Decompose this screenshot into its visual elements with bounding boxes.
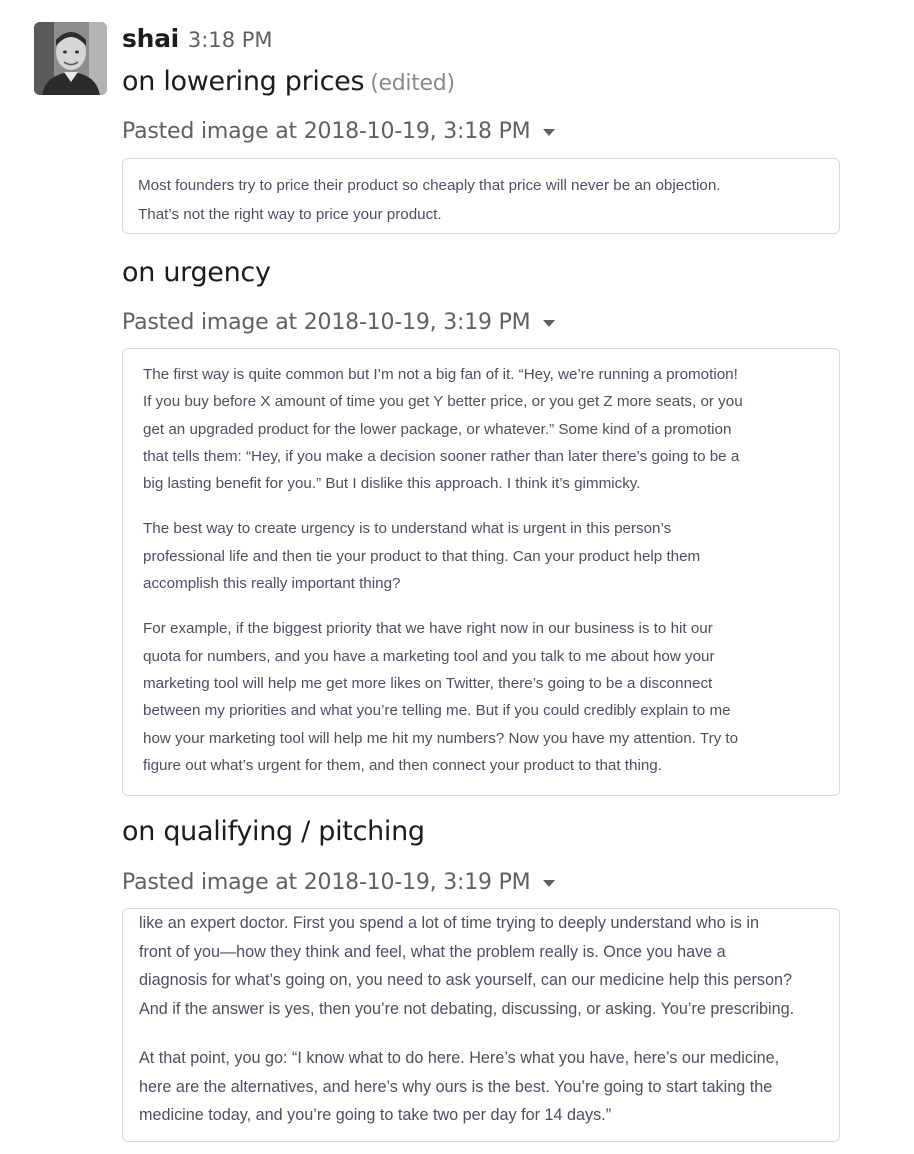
section-title-text: on urgency xyxy=(122,257,271,288)
image-text-paragraph: For example, if the biggest priority tha… xyxy=(143,620,739,774)
edited-label: (edited) xyxy=(370,71,455,96)
section-title-text: on qualifying / pitching xyxy=(122,816,425,847)
timestamp[interactable]: 3:18 PM xyxy=(188,28,273,52)
section-title-qualifying-pitching: on qualifying / pitching xyxy=(122,816,425,847)
section-title-text: on lowering prices xyxy=(122,66,365,97)
file-attachment-header[interactable]: Pasted image at 2018-10-19, 3:18 PM xyxy=(122,115,556,147)
image-text-paragraph: At that point, you go: “I know what to d… xyxy=(139,1049,780,1124)
file-name[interactable]: Pasted image at 2018-10-19, 3:18 PM xyxy=(122,119,531,144)
pasted-image[interactable]: like an expert doctor. First you spend a… xyxy=(122,908,840,1142)
image-text-paragraph: The best way to create urgency is to und… xyxy=(143,520,701,593)
username[interactable]: shai xyxy=(122,24,179,53)
file-name[interactable]: Pasted image at 2018-10-19, 3:19 PM xyxy=(122,310,531,335)
message-header: shai 3:18 PM xyxy=(122,24,273,58)
image-text-paragraph: like an expert doctor. First you spend a… xyxy=(139,914,795,1018)
file-attachment-header[interactable]: Pasted image at 2018-10-19, 3:19 PM xyxy=(122,306,556,338)
user-photo-icon xyxy=(34,22,107,95)
file-attachment-header[interactable]: Pasted image at 2018-10-19, 3:19 PM xyxy=(122,866,556,898)
avatar[interactable] xyxy=(34,22,107,95)
section-title-lowering-prices: on lowering prices (edited) xyxy=(122,66,455,97)
image-text-paragraph: The first way is quite common but I’m no… xyxy=(143,366,743,493)
caret-down-icon[interactable] xyxy=(543,128,556,136)
caret-down-icon[interactable] xyxy=(543,879,556,887)
section-title-urgency: on urgency xyxy=(122,257,271,288)
pasted-image[interactable]: The first way is quite common but I’m no… xyxy=(122,348,840,796)
image-text-paragraph: Most founders try to price their product… xyxy=(138,177,721,223)
caret-down-icon[interactable] xyxy=(543,319,556,327)
file-name[interactable]: Pasted image at 2018-10-19, 3:19 PM xyxy=(122,870,531,895)
pasted-image[interactable]: Most founders try to price their product… xyxy=(122,158,840,234)
